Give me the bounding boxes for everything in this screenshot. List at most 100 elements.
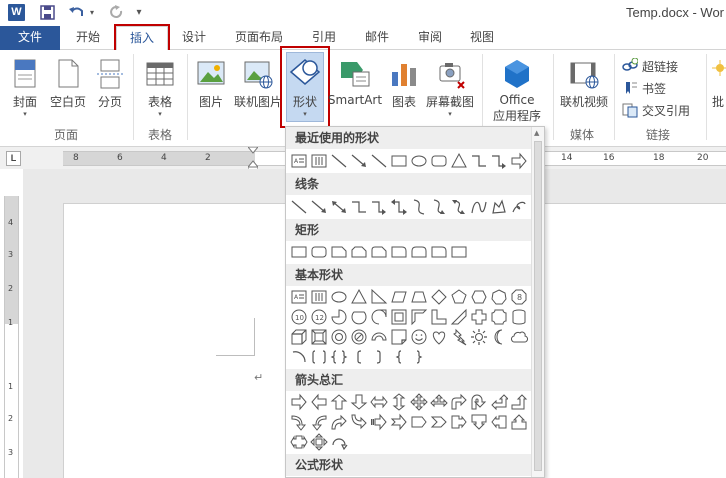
save-icon[interactable]: [37, 3, 57, 21]
hyperlink-button[interactable]: 超链接: [622, 56, 678, 76]
larrow-shape-icon[interactable]: [309, 392, 329, 412]
stripedr-shape-icon[interactable]: [369, 412, 389, 432]
elbow-shape-icon[interactable]: [469, 151, 489, 171]
lbracket-shape-icon[interactable]: [349, 347, 369, 367]
heptagon-shape-icon[interactable]: [489, 287, 509, 307]
lshape-shape-icon[interactable]: [429, 307, 449, 327]
arrowline-shape-icon[interactable]: [349, 151, 369, 171]
freeform-shape-icon[interactable]: [489, 197, 509, 217]
elbowarrow-shape-icon[interactable]: [489, 151, 509, 171]
line-shape-icon[interactable]: [329, 151, 349, 171]
moon-shape-icon[interactable]: [489, 327, 509, 347]
shapes-button[interactable]: 形状 ▾: [286, 52, 324, 122]
rrect-shape-icon[interactable]: [429, 151, 449, 171]
curvearrow-shape-icon[interactable]: [429, 197, 449, 217]
curve-shape-icon[interactable]: [409, 197, 429, 217]
screenshot-button[interactable]: 屏幕截图 ▾: [424, 58, 476, 118]
dblbrace-shape-icon[interactable]: [329, 347, 349, 367]
scroll-up-icon[interactable]: ▲: [534, 129, 539, 137]
tab-references[interactable]: 引用: [302, 26, 346, 50]
line-shape-icon[interactable]: [289, 197, 309, 217]
parallelogram-shape-icon[interactable]: [389, 287, 409, 307]
tab-file[interactable]: 文件: [0, 26, 60, 50]
vertical-ruler[interactable]: 4 3 2 1 1 2 3: [4, 196, 19, 478]
pie-shape-icon[interactable]: [329, 307, 349, 327]
round2-shape-icon[interactable]: [409, 242, 429, 262]
freecurve-shape-icon[interactable]: [469, 197, 489, 217]
hexagon-shape-icon[interactable]: [469, 287, 489, 307]
blank-page-button[interactable]: 空白页: [48, 58, 88, 110]
pentagon-shape-icon[interactable]: [449, 287, 469, 307]
tab-insert[interactable]: 插入: [116, 26, 168, 51]
textbox-shape-icon[interactable]: A: [289, 151, 309, 171]
bentarrow-shape-icon[interactable]: [449, 392, 469, 412]
notchedr-shape-icon[interactable]: [389, 412, 409, 432]
teardrop-shape-icon[interactable]: [369, 307, 389, 327]
rarrow-shape-icon[interactable]: [509, 151, 529, 171]
diamond-shape-icon[interactable]: [429, 287, 449, 307]
uturn-shape-icon[interactable]: [469, 392, 489, 412]
smiley-shape-icon[interactable]: [409, 327, 429, 347]
dblarrow-shape-icon[interactable]: [329, 197, 349, 217]
halfframe-shape-icon[interactable]: [409, 307, 429, 327]
quadcallout-shape-icon[interactable]: [309, 432, 329, 452]
frame-shape-icon[interactable]: [389, 307, 409, 327]
rbrace-shape-icon[interactable]: [409, 347, 429, 367]
sun-shape-icon[interactable]: [469, 327, 489, 347]
tab-page-layout[interactable]: 页面布局: [226, 26, 292, 50]
snip1-shape-icon[interactable]: [329, 242, 349, 262]
elbowarrow-shape-icon[interactable]: [369, 197, 389, 217]
chevron-shape-icon[interactable]: [429, 412, 449, 432]
curvedr-shape-icon[interactable]: [289, 412, 309, 432]
tab-mailings[interactable]: 邮件: [355, 26, 399, 50]
chart-button[interactable]: 图表: [388, 58, 420, 110]
dec-shape-icon[interactable]: 10: [289, 307, 309, 327]
comment-button[interactable]: 批: [710, 58, 726, 110]
tab-home[interactable]: 开始: [66, 26, 110, 50]
cube-shape-icon[interactable]: [289, 327, 309, 347]
num8-shape-icon[interactable]: 8: [509, 287, 529, 307]
lightning-shape-icon[interactable]: [449, 327, 469, 347]
heart-shape-icon[interactable]: [429, 327, 449, 347]
can-shape-icon[interactable]: [509, 307, 529, 327]
rrect-shape-icon[interactable]: [309, 242, 329, 262]
ellipse-shape-icon[interactable]: [329, 287, 349, 307]
rbracket-shape-icon[interactable]: [369, 347, 389, 367]
office-apps-button[interactable]: Office 应用程序: [488, 58, 546, 124]
quadarrow-shape-icon[interactable]: [409, 392, 429, 412]
online-picture-button[interactable]: 联机图片: [232, 58, 284, 110]
roundsnip-shape-icon[interactable]: [429, 242, 449, 262]
page-break-button[interactable]: 分页: [92, 58, 128, 110]
elbowdbl-shape-icon[interactable]: [389, 197, 409, 217]
snip2-shape-icon[interactable]: [349, 242, 369, 262]
picture-button[interactable]: 图片: [194, 58, 228, 110]
table-button[interactable]: 表格 ▾: [142, 58, 178, 118]
tab-selector[interactable]: L: [6, 151, 21, 166]
lcallout-shape-icon[interactable]: [489, 412, 509, 432]
online-video-button[interactable]: 联机视频: [558, 58, 610, 110]
rect-shape-icon[interactable]: [389, 151, 409, 171]
round1-shape-icon[interactable]: [389, 242, 409, 262]
lupturn-shape-icon[interactable]: [489, 392, 509, 412]
vtextbox-shape-icon[interactable]: [309, 287, 329, 307]
nosymbol-shape-icon[interactable]: [349, 327, 369, 347]
ucallout-shape-icon[interactable]: [509, 412, 529, 432]
donut-shape-icon[interactable]: [329, 327, 349, 347]
snipround-shape-icon[interactable]: [369, 242, 389, 262]
tab-view[interactable]: 视图: [460, 26, 504, 50]
plaque-shape-icon[interactable]: [489, 307, 509, 327]
lruarrow-shape-icon[interactable]: [429, 392, 449, 412]
bentup-shape-icon[interactable]: [509, 392, 529, 412]
chevron-down-icon[interactable]: ▾: [132, 3, 146, 21]
elbow-shape-icon[interactable]: [349, 197, 369, 217]
bookmark-button[interactable]: 书签: [622, 78, 666, 98]
redo-icon[interactable]: [106, 3, 126, 21]
gallery-scrollbar[interactable]: ▲: [531, 127, 544, 477]
triangle-shape-icon[interactable]: [449, 151, 469, 171]
arrowline-shape-icon[interactable]: [309, 197, 329, 217]
circular-shape-icon[interactable]: [329, 432, 349, 452]
curvedl-shape-icon[interactable]: [309, 412, 329, 432]
arc-shape-icon[interactable]: [289, 347, 309, 367]
rtriangle-shape-icon[interactable]: [369, 287, 389, 307]
dodec-shape-icon[interactable]: 12: [309, 307, 329, 327]
